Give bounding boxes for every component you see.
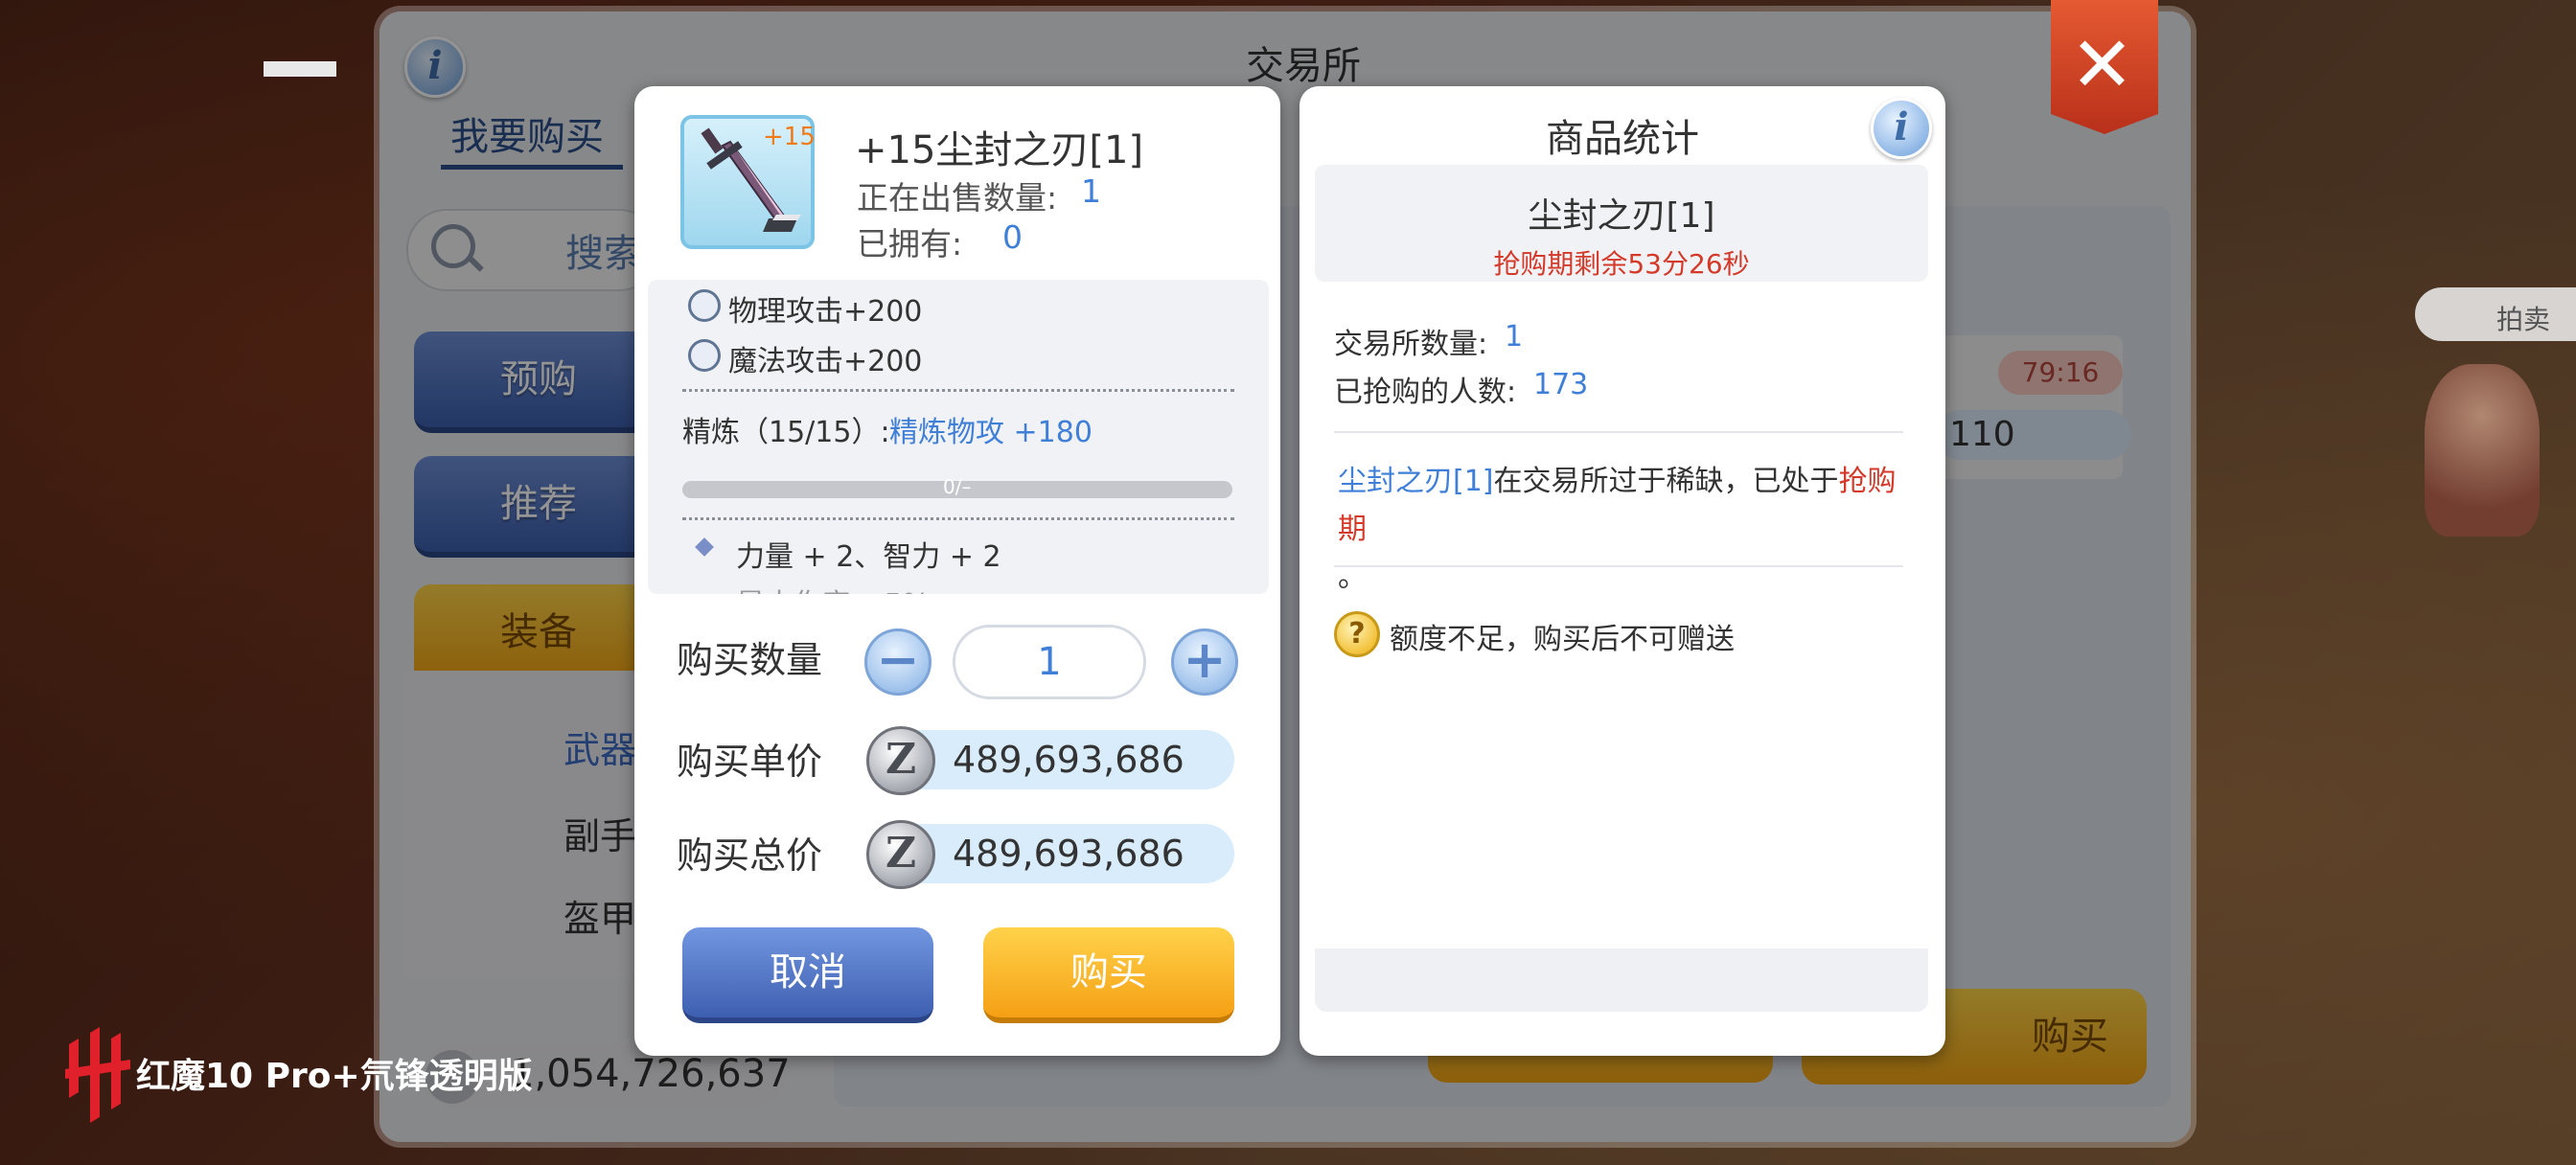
refine-progress-text: 0/– xyxy=(943,475,972,498)
map-marker xyxy=(264,61,336,77)
msg-item-name[interactable]: 尘封之刃[1] xyxy=(1338,465,1494,498)
zeny-coin-icon: Z xyxy=(866,820,935,889)
exchange-count-label: 交易所数量: xyxy=(1334,328,1488,361)
rush-countdown: 抢购期剩余53分26秒 xyxy=(1493,248,1750,280)
auction-side-tab[interactable] xyxy=(2415,287,2576,341)
attr-magic-attack: 魔法攻击+200 xyxy=(728,345,923,378)
refine-level-badge: +15 xyxy=(763,123,816,151)
exchange-count-value: 1 xyxy=(1505,320,1524,354)
snapped-count-label: 已抢购的人数: xyxy=(1334,376,1517,409)
stats-info-icon[interactable]: i xyxy=(1871,98,1932,159)
physical-attack-icon xyxy=(688,289,721,322)
owned-label: 已拥有: xyxy=(857,225,963,263)
buy-button[interactable]: 购买 xyxy=(983,927,1234,1023)
quantity-decrease-button[interactable]: − xyxy=(864,628,932,696)
scarcity-message: 尘封之刃[1]在交易所过于稀缺，已处于抢购期。 xyxy=(1338,458,1913,602)
stats-footer xyxy=(1315,948,1928,1012)
magic-attack-icon xyxy=(688,339,721,372)
stats-title: 商品统计 xyxy=(1546,117,1699,161)
cancel-button[interactable]: 取消 xyxy=(682,927,933,1023)
on-sale-label: 正在出售数量: xyxy=(857,179,1058,217)
attr-extra-cut: 暴击伤害 +5% xyxy=(736,581,930,594)
quantity-increase-button[interactable]: + xyxy=(1171,628,1238,696)
close-icon: ✕ xyxy=(2070,20,2135,109)
unit-price-label: 购买单价 xyxy=(677,741,823,783)
refine-label: 精炼（15/15）: xyxy=(682,416,890,449)
snapped-count-value: 173 xyxy=(1533,368,1589,401)
attr-extra: 力量 + 2、智力 + 2 xyxy=(736,540,1001,574)
item-name: +15尘封之刃[1] xyxy=(855,128,1144,172)
quantity-label: 购买数量 xyxy=(677,639,823,681)
total-price-value: 489,693,686 xyxy=(901,824,1234,883)
total-price-label: 购买总价 xyxy=(677,834,823,877)
red-magic-logo-icon xyxy=(65,1027,130,1123)
divider xyxy=(1334,431,1903,433)
npc-character[interactable] xyxy=(2425,364,2540,537)
refine-bonus: 精炼物攻 +180 xyxy=(889,416,1092,449)
auction-side-label: 拍卖 xyxy=(2496,304,2551,335)
watermark-text: 红魔10 Pro+氘锋透明版 xyxy=(136,1057,533,1096)
attr-physical-attack: 物理攻击+200 xyxy=(728,295,923,329)
question-icon[interactable]: ? xyxy=(1334,611,1380,657)
msg-middle: 在交易所过于稀缺，已处于 xyxy=(1493,465,1839,498)
unit-price-value: 489,693,686 xyxy=(901,730,1234,789)
stats-item-name: 尘封之刃[1] xyxy=(1528,196,1715,236)
quantity-input[interactable]: 1 xyxy=(953,625,1146,699)
quota-warning: 额度不足，购买后不可赠送 xyxy=(1390,623,1735,656)
divider xyxy=(682,517,1234,520)
owned-value: 0 xyxy=(1002,218,1023,256)
on-sale-value: 1 xyxy=(1081,172,1101,210)
zeny-coin-icon: Z xyxy=(866,726,935,795)
divider xyxy=(1334,565,1903,567)
divider xyxy=(682,389,1234,392)
